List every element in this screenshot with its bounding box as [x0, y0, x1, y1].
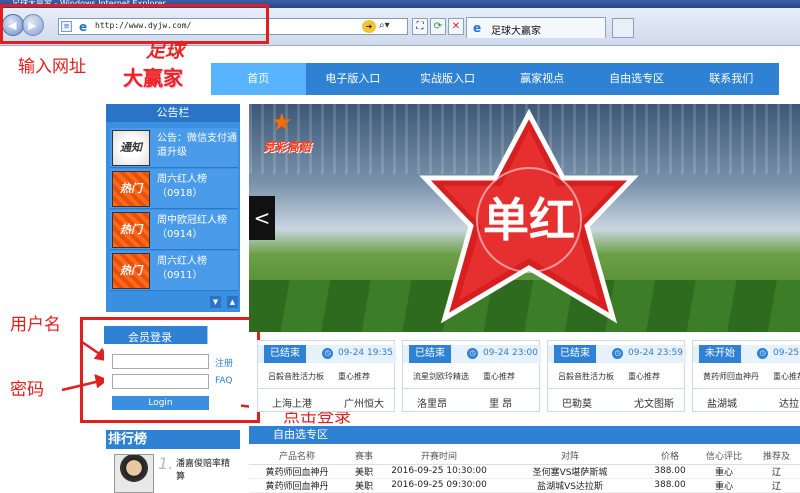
match-time: 09-24 19:35	[338, 348, 393, 358]
zone-title: 自由选专区	[249, 426, 800, 444]
nav-home[interactable]: 首页	[211, 63, 306, 95]
notice-text: 周六红人榜（0911）	[157, 256, 207, 281]
faq-link[interactable]: FAQ	[215, 376, 232, 386]
star-icon: ★	[271, 108, 293, 136]
match-time: 09-24 23:00	[483, 348, 538, 358]
scroll-down-icon[interactable]: ▼	[210, 296, 221, 308]
notice-item[interactable]: 通知 公告：微信支付通道升级	[110, 128, 238, 168]
notice-item[interactable]: 热门 周六红人榜（0918）	[110, 169, 238, 209]
notice-icon: 通知	[112, 130, 150, 166]
home-team: 盐湖城	[707, 399, 737, 410]
match-status: 已结束	[554, 345, 596, 363]
column-header: 对阵	[495, 448, 645, 465]
away-team: 广州恒大	[344, 399, 384, 410]
product-name: 吕毅音胜活力板	[268, 372, 324, 381]
avatar[interactable]	[114, 454, 154, 493]
clock-icon: ◷	[322, 348, 333, 359]
logo-text-bottom: 大赢家	[123, 66, 183, 90]
away-team: 达拉	[779, 399, 799, 410]
password-field[interactable]	[112, 374, 209, 389]
table-header-row: 产品名称 赛事 开赛时间 对阵 价格 信心评比 推荐及	[249, 448, 800, 465]
hero-banner: ★ 竞彩高赔 单红 <	[249, 104, 800, 332]
register-link[interactable]: 注册	[215, 356, 233, 369]
column-header: 信心评比	[695, 448, 753, 465]
site-logo[interactable]: 足球 大赢家	[116, 34, 216, 92]
recommend-label: 重心推荐	[338, 372, 370, 381]
column-header: 赛事	[345, 448, 383, 465]
nav-free-choice[interactable]: 自由选专区	[589, 63, 684, 95]
notice-text: 周六红人榜（0918）	[157, 174, 207, 199]
recommend-label: 重心推荐	[773, 372, 800, 381]
home-team: 巴勒莫	[562, 399, 592, 410]
banner-prev-button[interactable]: <	[249, 196, 275, 240]
hot-icon: 热门	[112, 171, 150, 207]
table-row[interactable]: 黄药师回血神丹 美职 2016-09-25 09:30:00 盐湖城VS达拉斯 …	[249, 478, 800, 493]
main-nav: 首页 电子版入口 实战版入口 赢家视点 自由选专区 联系我们	[211, 63, 779, 95]
notice-text: 周中欧冠红人榜（0914）	[157, 215, 227, 240]
match-card[interactable]: 已结束 ◷ 09-24 19:35 吕毅音胜活力板 重心推荐 上海上港 广州恒大	[257, 340, 396, 412]
notice-item[interactable]: 热门 周中欧冠红人榜（0914）	[110, 210, 238, 250]
table-row[interactable]: 黄药师回血神丹 美职 2016-09-25 10:30:00 圣何塞VS堪萨斯城…	[249, 464, 800, 479]
notice-board-title: 公告栏	[106, 104, 240, 122]
match-card[interactable]: 已结束 ◷ 09-24 23:59 吕毅音胜活力板 重心推荐 巴勒莫 尤文图斯	[547, 340, 686, 412]
nav-viewpoint[interactable]: 赢家视点	[495, 63, 590, 95]
free-choice-zone: 自由选专区 产品名称 赛事 开赛时间 对阵 价格 信心评比 推荐及 黄药师回血神…	[249, 426, 800, 493]
match-status: 已结束	[409, 345, 451, 363]
login-button[interactable]: Login	[112, 396, 209, 410]
match-card[interactable]: 已结束 ◷ 09-24 23:00 流星剑欧玲精选 重心推荐 洛里昂 里 昂	[402, 340, 541, 412]
clock-icon: ◷	[467, 348, 478, 359]
nav-practice[interactable]: 实战版入口	[400, 63, 495, 95]
column-header: 价格	[645, 448, 695, 465]
clock-icon: ◷	[757, 348, 768, 359]
nav-contact[interactable]: 联系我们	[684, 63, 779, 95]
match-status: 已结束	[264, 345, 306, 363]
clock-icon: ◷	[612, 348, 623, 359]
ranking-title: 排行榜	[106, 430, 240, 449]
recommend-label: 重心推荐	[628, 372, 660, 381]
product-name: 黄药师回血神丹	[703, 372, 759, 381]
match-status: 未开始	[699, 345, 741, 363]
login-header: 会员登录	[104, 326, 241, 344]
rank-number: 1.	[158, 454, 174, 473]
recommend-label: 重心推荐	[483, 372, 515, 381]
hot-icon: 热门	[112, 253, 150, 289]
product-table: 产品名称 赛事 开赛时间 对阵 价格 信心评比 推荐及 黄药师回血神丹 美职 2…	[249, 448, 800, 493]
scroll-up-icon[interactable]: ▲	[227, 296, 238, 308]
notice-board: 公告栏 通知 公告：微信支付通道升级 热门 周六红人榜（0918） 热门 周中欧…	[106, 104, 240, 312]
red-star-emblem: 单红	[419, 108, 639, 324]
home-team: 上海上港	[272, 399, 312, 410]
match-cards: 已结束 ◷ 09-24 19:35 吕毅音胜活力板 重心推荐 上海上港 广州恒大 已…	[249, 340, 800, 412]
product-name: 吕毅音胜活力板	[558, 372, 614, 381]
match-time: 09-25 00	[773, 348, 800, 358]
match-time: 09-24 23:59	[628, 348, 683, 358]
login-title: 会员登录	[128, 331, 172, 344]
emblem-text: 单红	[483, 193, 575, 247]
column-header: 推荐及	[753, 448, 800, 465]
logo-text-top: 足球	[146, 40, 185, 62]
column-header: 产品名称	[249, 448, 345, 465]
notice-item[interactable]: 热门 周六红人榜（0911）	[110, 251, 238, 291]
nav-electronic[interactable]: 电子版入口	[306, 63, 401, 95]
match-card[interactable]: 未开始 ◷ 09-25 00 黄药师回血神丹 重心推荐 盐湖城 达拉	[692, 340, 800, 412]
odds-badge: ★ 竞彩高赔	[263, 108, 319, 156]
notice-text: 公告：微信支付通道升级	[157, 133, 237, 158]
away-team: 尤文图斯	[634, 399, 674, 410]
rank-name[interactable]: 潘嘉俊赔率精算	[176, 458, 238, 484]
member-login-panel: 会员登录 注册 FAQ Login	[104, 326, 241, 412]
badge-text: 竞彩高赔	[263, 140, 312, 154]
product-name: 流星剑欧玲精选	[413, 372, 469, 381]
username-field[interactable]	[112, 354, 209, 369]
away-team: 里 昂	[489, 399, 513, 410]
column-header: 开赛时间	[383, 448, 495, 465]
hot-icon: 热门	[112, 212, 150, 248]
ranking-panel: 排行榜 1. 潘嘉俊赔率精算	[106, 430, 240, 493]
home-team: 洛里昂	[417, 399, 447, 410]
